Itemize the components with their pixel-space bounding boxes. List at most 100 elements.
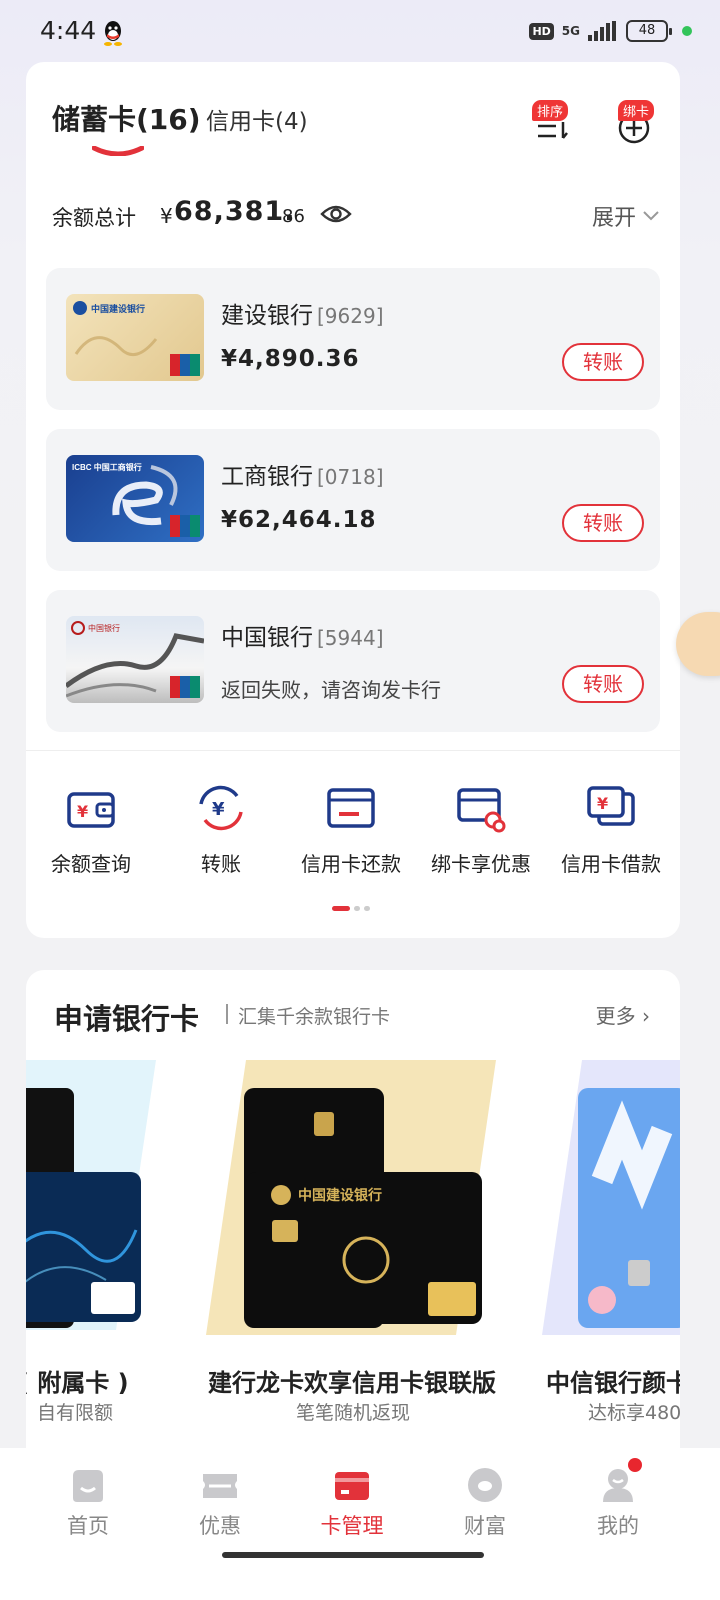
ccb-card-art: 中国建设银行 [73,301,200,376]
product-card-image: 中国建设银行 [206,1060,496,1335]
svg-text:¥: ¥ [597,794,608,813]
card-balance: ¥62,464.18 [221,507,377,533]
page-dot [364,906,370,911]
floating-widget[interactable] [676,612,720,676]
chevron-down-icon [643,211,659,221]
quick-label: 信用卡还款 [301,852,401,876]
balance-total-amount: 68,381. [174,196,296,227]
quick-transfer[interactable]: ¥ 转账 [156,782,286,877]
transfer-button[interactable]: 转账 [562,504,644,542]
page-indicator [332,906,370,911]
ccb-card-image: 中国建设银行 [66,294,204,381]
nav-wealth[interactable]: 财富 [435,1466,535,1540]
product-subtitle: ，自有限额 [26,1402,114,1424]
home-indicator[interactable] [222,1552,484,1558]
nav-label: 卡管理 [320,1514,384,1538]
hd-indicator: HD [529,22,554,40]
apply-card-section: 申请银行卡 汇集千余款银行卡 更多 › ( 附属卡 ) ，自有限额 中国建设银行… [26,970,680,1450]
active-tab-indicator [92,146,144,156]
product-card-image [542,1060,680,1335]
sort-badge: 排序 [532,100,569,121]
bind-card-button[interactable]: 绑卡 [614,100,655,146]
coupon-icon [203,1474,237,1498]
card-link-icon [457,788,506,833]
privacy-dot [682,26,692,36]
quick-label: 转账 [201,852,241,876]
quick-label: 绑卡享优惠 [431,852,531,876]
card-error-message: 返回失败，请咨询发卡行 [221,678,441,702]
quick-bind-card[interactable]: 绑卡享优惠 [416,782,546,877]
card-number: [5944] [317,626,384,650]
balance-total-decimal: 86 [282,206,305,227]
transfer-button[interactable]: 转账 [562,665,644,703]
icbc-card-art-text: ICBC 中国工商银行 [72,462,142,472]
card-bank-name: 中国银行 [5944] [221,625,384,651]
quick-balance-query[interactable]: ¥ 余额查询 [26,782,156,877]
product-card[interactable] [26,1060,156,1350]
signal-icon [588,21,616,41]
nav-label: 首页 [67,1514,109,1538]
balance-total-label: 余额总计 [52,206,136,230]
tab-debit-cards[interactable]: 储蓄卡(16) [52,98,201,138]
page-dot-active [332,906,350,911]
svg-text:¥: ¥ [77,802,88,821]
card-number: [0718] [317,465,384,489]
divider [26,750,680,751]
tab-credit-cards[interactable]: 信用卡(4) [206,102,308,136]
quick-credit-loan[interactable]: ¥ 信用卡借款 [546,782,676,877]
profile-icon [603,1469,633,1502]
card-repay-icon [327,788,375,828]
network-indicator: 5G [561,24,580,38]
bank-card-item[interactable]: 中国建设银行 建设银行 [9629] ¥4,890.36 转账 [46,268,660,410]
status-bar: 4:44 HD 5G 48 [0,0,720,64]
icbc-card-image: ICBC 中国工商银行 [66,455,204,542]
card-loan-icon: ¥ [587,786,635,826]
product-title: 中信银行颜卡 [546,1369,680,1397]
card-balance: ¥4,890.36 [221,346,360,372]
title-separator [226,1004,228,1024]
sort-button[interactable]: 排序 [532,100,572,146]
card-panel: 储蓄卡(16) 信用卡(4) 排序 绑卡 余额总计 ¥ 68,381. 86 展… [26,62,680,938]
product-card[interactable] [542,1060,680,1350]
eye-icon[interactable] [320,202,352,226]
nav-label: 财富 [464,1514,506,1538]
product-card-image [26,1060,156,1330]
svg-text:¥: ¥ [212,799,225,820]
product-title: 建行龙卡欢享信用卡银联版 [208,1369,496,1397]
wealth-icon [468,1468,502,1502]
expand-button[interactable]: 展开 [592,200,660,232]
boc-card-image: 中国银行 [66,616,204,703]
product-subtitle: 笔笔随机返现 [296,1402,411,1424]
status-time: 4:44 [40,16,97,45]
balance-currency: ¥ [160,204,173,228]
home-icon [73,1470,103,1502]
nav-card-management[interactable]: 卡管理 [302,1466,402,1540]
icbc-card-art: ICBC 中国工商银行 [72,462,200,537]
product-card[interactable]: 中国建设银行 [206,1060,506,1350]
boc-card-art-text: 中国银行 [88,623,120,633]
quick-credit-repay[interactable]: 信用卡还款 [286,782,416,877]
boc-card-art: 中国银行 [66,621,204,698]
bank-card-item[interactable]: ICBC 中国工商银行 工商银行 [0718] ¥62,464.18 转账 [46,429,660,571]
transfer-button[interactable]: 转账 [562,343,644,381]
wallet-yen-icon: ¥ [67,792,115,828]
quick-label: 余额查询 [51,852,131,876]
nav-home[interactable]: 首页 [38,1466,138,1540]
ccb-product-art-text: 中国建设银行 [298,1187,382,1203]
card-manage-icon [335,1472,369,1500]
nav-label: 我的 [597,1514,639,1538]
section-subtitle: 汇集千余款银行卡 [238,1006,391,1028]
card-number: [9629] [317,304,384,328]
ccb-card-art-text: 中国建设银行 [91,303,145,314]
nav-discount[interactable]: 优惠 [170,1466,270,1540]
qq-icon [104,21,122,46]
more-link[interactable]: 更多 › [596,1000,650,1029]
product-title: ( 附属卡 ) [26,1369,129,1397]
card-bank-name: 建设银行 [9629] [221,303,384,329]
bind-badge: 绑卡 [618,100,655,121]
nav-label: 优惠 [199,1514,241,1538]
page-dot [354,906,360,911]
nav-profile[interactable]: 我的 [568,1458,668,1540]
bank-card-item[interactable]: 中国银行 中国银行 [5944] 返回失败，请咨询发卡行 转账 [46,590,660,732]
notification-dot [628,1458,642,1472]
